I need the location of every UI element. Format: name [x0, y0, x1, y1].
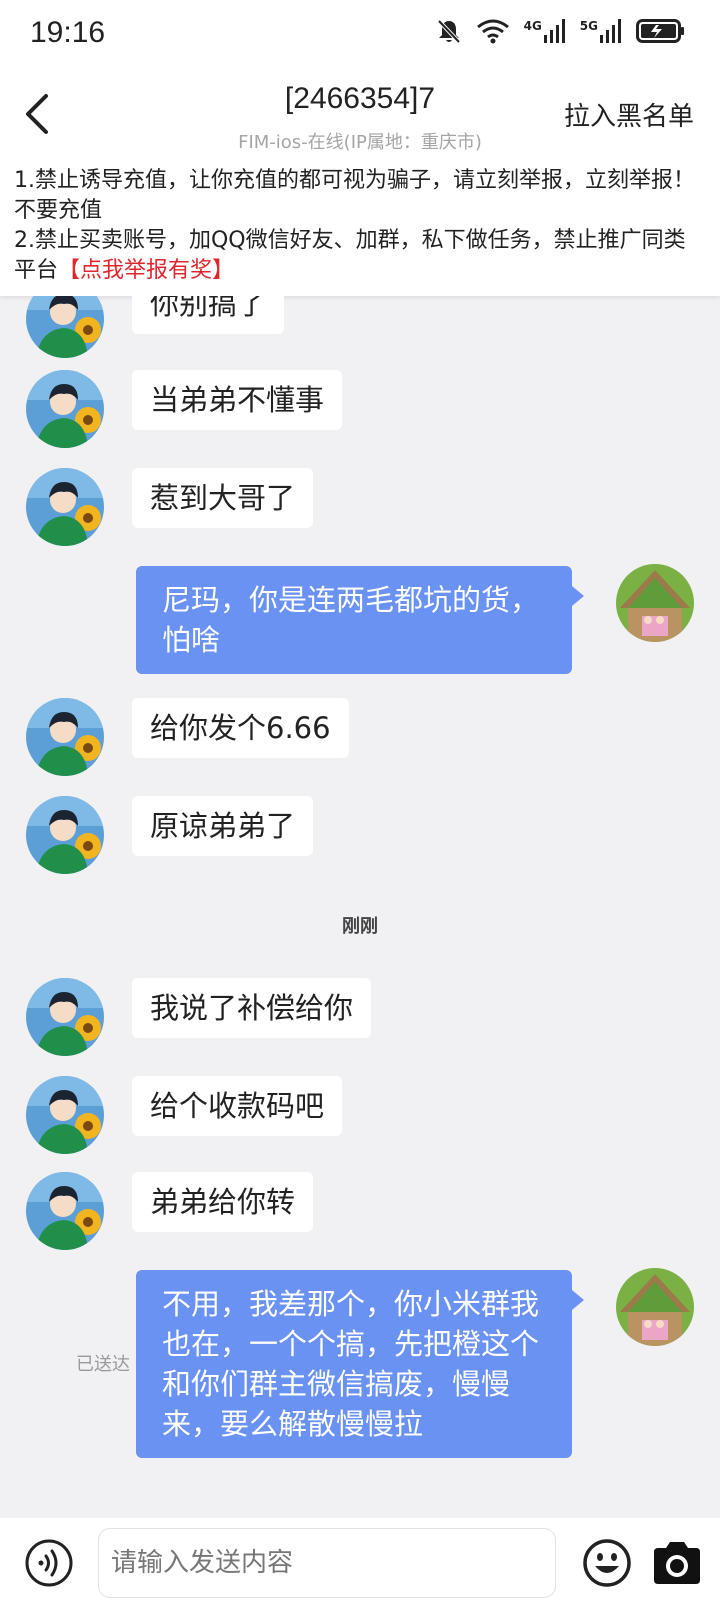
message-bubble[interactable]: 弟弟给你转	[132, 1172, 314, 1232]
time-divider: 刚刚	[342, 916, 378, 937]
message-bubble-out[interactable]: 尼玛，你是连两毛都坑的货，怕啥	[136, 566, 584, 674]
input-bar	[0, 1518, 720, 1612]
contact-avatar[interactable]	[26, 796, 104, 874]
message-bubble[interactable]: 当弟弟不懂事	[132, 370, 343, 430]
my-avatar[interactable]	[616, 1268, 694, 1346]
message-input[interactable]	[98, 1528, 556, 1598]
contact-avatar[interactable]	[26, 698, 104, 776]
net1-label: 4G	[523, 19, 542, 33]
camera-icon[interactable]	[650, 1540, 704, 1586]
battery-icon	[636, 19, 684, 43]
message-bubble-out[interactable]: 不用，我差那个，你小米群我也在，一个个搞，先把橙这个和你们群主微信搞废，慢慢来，…	[136, 1270, 584, 1458]
emoji-icon[interactable]	[582, 1538, 632, 1588]
signal-4g-icon: 4G	[524, 19, 566, 43]
report-link[interactable]: 【点我举报有奖】	[58, 258, 234, 283]
mute-bell-icon	[437, 19, 461, 44]
contact-avatar[interactable]	[26, 468, 104, 546]
contact-avatar[interactable]	[26, 978, 104, 1056]
contact-avatar[interactable]	[26, 1172, 104, 1250]
message-bubble[interactable]: 给个收款码吧	[132, 1076, 343, 1136]
net2-label: 5G	[579, 19, 598, 33]
notice-line-2: 2.禁止买卖账号，加QQ微信好友、加群，私下做任务，禁止推广同类平台【点我举报有…	[14, 226, 706, 286]
delivered-status: 已送达	[76, 1354, 130, 1375]
wifi-icon	[476, 19, 509, 44]
message-bubble[interactable]: 给你发个6.66	[132, 698, 349, 758]
contact-avatar[interactable]	[26, 296, 104, 358]
signal-5g-icon: 5G	[580, 19, 622, 43]
notice-line-1: 1.禁止诱导充值，让你充值的都可视为骗子，请立刻举报，立刻举报！不要充值	[14, 168, 695, 223]
contact-avatar[interactable]	[26, 370, 104, 448]
blacklist-button[interactable]: 拉入黑名单	[564, 96, 694, 133]
chat-messages[interactable]: 你别搞了 当弟弟不懂事 惹到大哥了 尼玛，你是连两毛都坑的货，怕啥 给你发个6.…	[0, 296, 720, 1518]
chat-header: [2466354]7 FIM-ios-在线(IP属地：重庆市) 拉入黑名单	[0, 66, 720, 156]
status-bar: 19:16 4G 5G	[0, 0, 720, 66]
status-icons: 4G 5G	[436, 18, 686, 44]
status-time: 19:16	[30, 16, 106, 49]
notice-banner: 1.禁止诱导充值，让你充值的都可视为骗子，请立刻举报，立刻举报！不要充值 2.禁…	[0, 156, 720, 296]
message-bubble[interactable]: 原谅弟弟了	[132, 796, 314, 856]
message-bubble[interactable]: 我说了补偿给你	[132, 978, 372, 1038]
message-bubble[interactable]: 惹到大哥了	[132, 468, 314, 528]
message-bubble[interactable]: 你别搞了	[132, 296, 285, 334]
my-avatar[interactable]	[616, 564, 694, 642]
voice-icon[interactable]	[24, 1538, 74, 1588]
contact-avatar[interactable]	[26, 1076, 104, 1154]
